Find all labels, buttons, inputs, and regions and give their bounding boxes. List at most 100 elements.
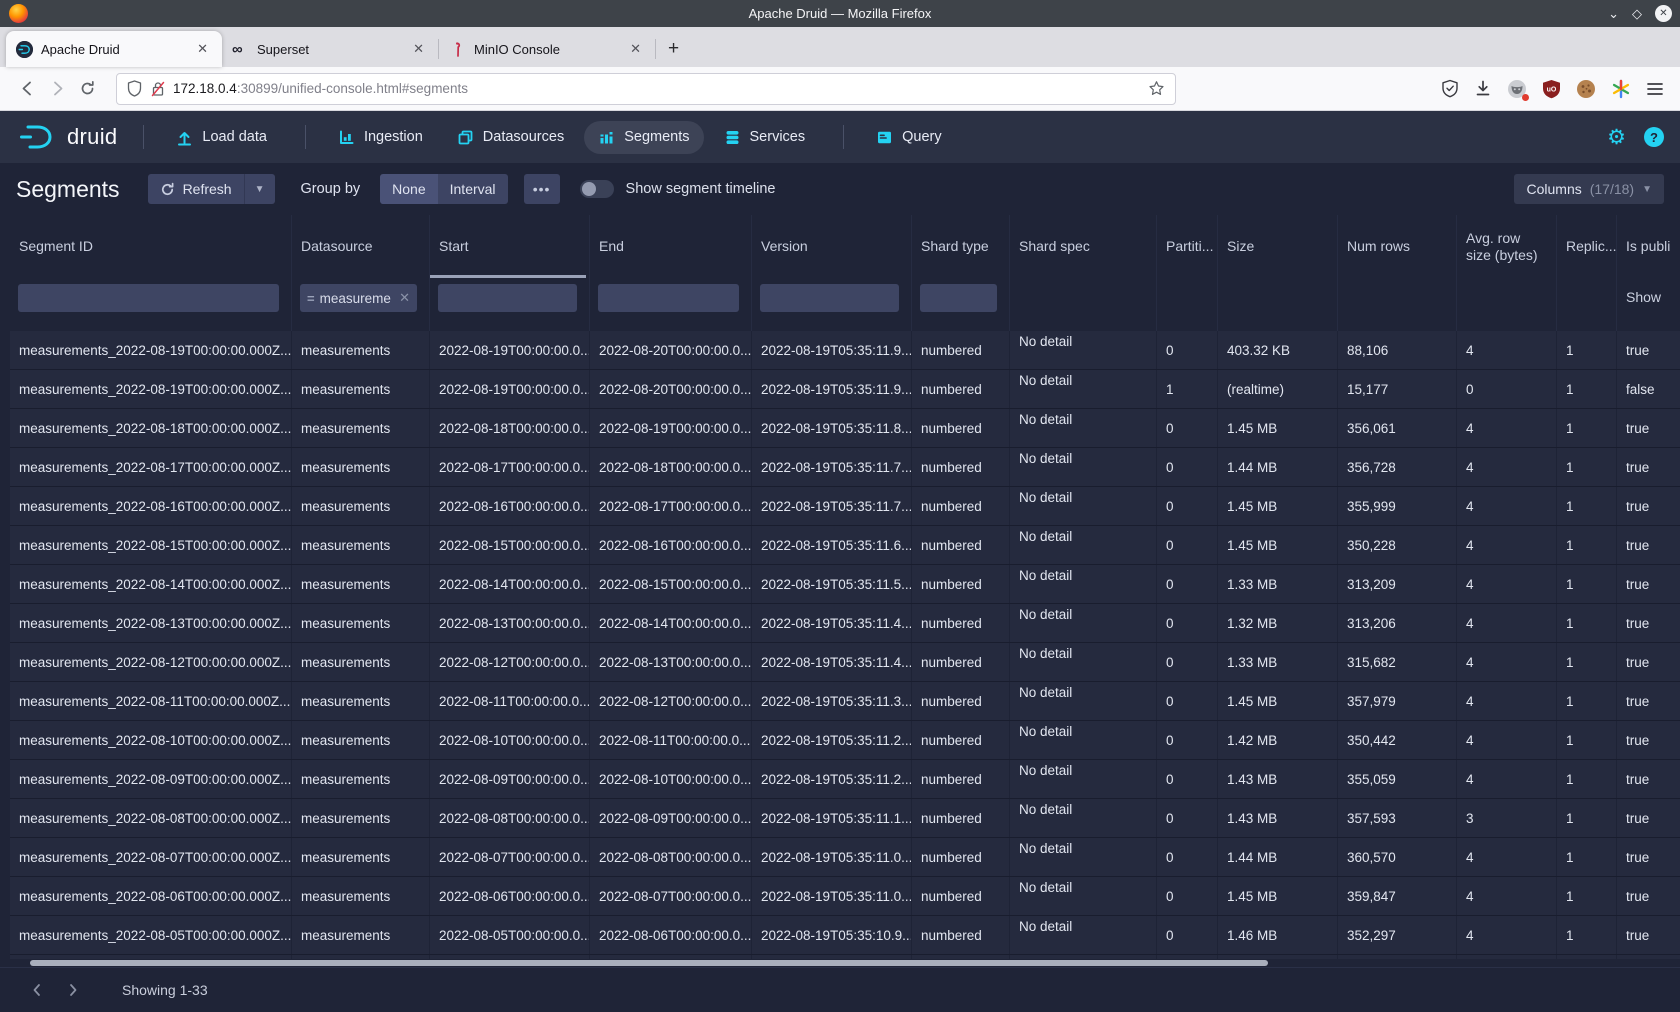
cell-num_rows: 350,228 (1338, 526, 1457, 564)
columns-dropdown-button[interactable]: Columns (17/18) ▼ (1514, 174, 1664, 204)
nav-item-services[interactable]: Services (710, 121, 820, 154)
bookmark-star-icon[interactable] (1148, 80, 1165, 97)
cell-datasource: measurements (292, 604, 430, 642)
tab-minio-console[interactable]: MinIO Console ✕ (439, 31, 655, 67)
previous-page-button[interactable] (24, 977, 50, 1003)
sort-indicator (430, 275, 586, 278)
filter-input-segment_id[interactable] (18, 284, 279, 312)
cell-start: 2022-08-17T00:00:00.0... (430, 448, 590, 486)
cell-datasource: measurements (292, 916, 430, 954)
cell-end: 2022-08-14T00:00:00.0... (590, 604, 752, 642)
cell-avg_row_size: 0 (1457, 370, 1557, 408)
filter-chip-datasource[interactable]: =measureme✕ (300, 284, 417, 312)
table-row[interactable]: measurements_2022-08-09T00:00:00.000Z...… (10, 760, 1680, 799)
tab-close-icon[interactable]: ✕ (626, 39, 645, 59)
cell-partition: 0 (1157, 760, 1218, 798)
group-by-interval-button[interactable]: Interval (438, 174, 508, 204)
tab-close-icon[interactable]: ✕ (409, 39, 428, 59)
refresh-options-button[interactable]: ▼ (244, 174, 275, 204)
table-row[interactable]: measurements_2022-08-07T00:00:00.000Z...… (10, 838, 1680, 877)
downloads-icon[interactable] (1474, 79, 1492, 98)
cookie-extension-icon[interactable] (1576, 79, 1596, 99)
group-by-none-button[interactable]: None (380, 174, 437, 204)
table-row[interactable]: measurements_2022-08-13T00:00:00.000Z...… (10, 604, 1680, 643)
column-header-size[interactable]: Size (1218, 215, 1338, 278)
new-tab-button[interactable]: + (656, 38, 691, 60)
cell-version: 2022-08-19T05:35:11.7... (752, 487, 912, 525)
column-header-start[interactable]: Start (430, 215, 590, 278)
filter-input-end[interactable] (598, 284, 739, 312)
maximize-icon[interactable]: ◇ (1632, 7, 1642, 20)
table-row[interactable]: measurements_2022-08-08T00:00:00.000Z...… (10, 799, 1680, 838)
menu-hamburger-icon[interactable] (1646, 81, 1664, 97)
druid-logo-icon[interactable] (16, 122, 58, 152)
table-row[interactable]: measurements_2022-08-15T00:00:00.000Z...… (10, 526, 1680, 565)
filter-chip-remove-icon[interactable]: ✕ (399, 290, 410, 306)
column-header-is_published[interactable]: Is publi (1617, 215, 1680, 278)
column-header-avg_row_size[interactable]: Avg. row size (bytes) (1457, 215, 1557, 278)
tab-close-icon[interactable]: ✕ (193, 39, 212, 59)
filter-input-shard_type[interactable] (920, 284, 997, 312)
column-header-shard_spec[interactable]: Shard spec (1010, 215, 1157, 278)
cell-avg_row_size: 4 (1457, 877, 1557, 915)
tab-superset[interactable]: ∞ Superset ✕ (222, 31, 438, 67)
nav-item-query[interactable]: Query (862, 121, 956, 154)
table-row[interactable]: measurements_2022-08-14T00:00:00.000Z...… (10, 565, 1680, 604)
filter-show-button[interactable]: Show (1617, 284, 1661, 305)
asterisk-extension-icon[interactable] (1611, 79, 1631, 99)
table-row[interactable]: measurements_2022-08-11T00:00:00.000Z...… (10, 682, 1680, 721)
table-row[interactable]: measurements_2022-08-19T00:00:00.000Z...… (10, 331, 1680, 370)
table-row[interactable]: measurements_2022-08-05T00:00:00.000Z...… (10, 916, 1680, 955)
nav-item-load-data[interactable]: Load data (162, 121, 281, 154)
column-header-replication[interactable]: Replic... (1557, 215, 1617, 278)
cell-segment_id: measurements_2022-08-18T00:00:00.000Z... (10, 409, 292, 447)
close-icon[interactable]: ✕ (1655, 5, 1672, 22)
tab-apache-druid[interactable]: Apache Druid ✕ (6, 31, 222, 67)
nav-item-ingestion[interactable]: Ingestion (324, 121, 437, 154)
table-row[interactable]: measurements_2022-08-18T00:00:00.000Z...… (10, 409, 1680, 448)
forward-button[interactable] (42, 74, 72, 104)
reload-button[interactable] (72, 74, 102, 104)
cell-partition: 0 (1157, 331, 1218, 369)
horizontal-scrollbar[interactable] (0, 959, 1680, 967)
table-row[interactable]: measurements_2022-08-10T00:00:00.000Z...… (10, 721, 1680, 760)
equals-operator-icon: = (307, 291, 315, 306)
next-page-button[interactable] (60, 977, 86, 1003)
table-row[interactable]: measurements_2022-08-16T00:00:00.000Z...… (10, 487, 1680, 526)
table-row[interactable]: measurements_2022-08-06T00:00:00.000Z...… (10, 877, 1680, 916)
column-header-segment_id[interactable]: Segment ID (10, 215, 292, 278)
column-header-end[interactable]: End (590, 215, 752, 278)
cell-version: 2022-08-19T05:35:11.9... (752, 331, 912, 369)
ublock-icon[interactable]: uO (1542, 79, 1561, 99)
cell-datasource: measurements (292, 721, 430, 759)
scrollbar-thumb[interactable] (30, 960, 1268, 966)
column-header-partition[interactable]: Partiti... (1157, 215, 1218, 278)
column-header-shard_type[interactable]: Shard type (912, 215, 1010, 278)
help-icon[interactable]: ? (1644, 127, 1664, 147)
protections-shield-icon[interactable] (1441, 79, 1459, 98)
minimize-icon[interactable]: ⌄ (1608, 7, 1619, 20)
back-button[interactable] (12, 74, 42, 104)
url-bar[interactable]: 172.18.0.4 :30899/unified-console.html#s… (116, 73, 1176, 105)
column-header-datasource[interactable]: Datasource (292, 215, 430, 278)
filter-input-start[interactable] (438, 284, 577, 312)
nav-item-segments[interactable]: Segments (584, 121, 703, 154)
lock-slash-icon[interactable] (151, 81, 165, 97)
shield-icon[interactable] (127, 80, 142, 97)
filter-input-version[interactable] (760, 284, 899, 312)
segment-timeline-toggle[interactable] (580, 180, 614, 198)
table-row[interactable]: measurements_2022-08-12T00:00:00.000Z...… (10, 643, 1680, 682)
column-header-version[interactable]: Version (752, 215, 912, 278)
svg-text:uO: uO (1547, 86, 1557, 93)
column-header-num_rows[interactable]: Num rows (1338, 215, 1457, 278)
cell-shard_spec: No detail (1010, 877, 1157, 915)
table-row[interactable]: measurements_2022-08-17T00:00:00.000Z...… (10, 448, 1680, 487)
settings-gear-icon[interactable]: ⚙ (1607, 127, 1626, 148)
refresh-button[interactable]: Refresh (148, 174, 244, 204)
table-row[interactable]: measurements_2022-08-19T00:00:00.000Z...… (10, 370, 1680, 409)
cell-size: 1.32 MB (1218, 604, 1338, 642)
more-options-button[interactable]: ••• (524, 174, 560, 204)
druid-wordmark[interactable]: druid (67, 124, 117, 150)
nav-item-datasources[interactable]: Datasources (443, 121, 578, 154)
extension-mask-icon[interactable] (1507, 79, 1527, 99)
